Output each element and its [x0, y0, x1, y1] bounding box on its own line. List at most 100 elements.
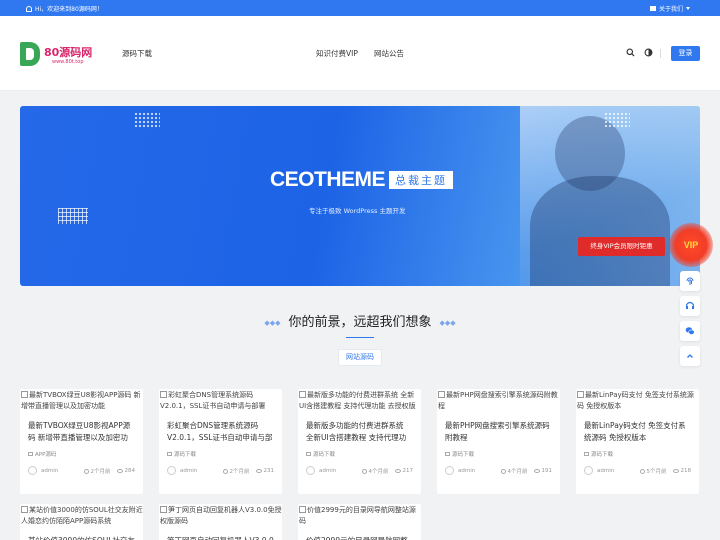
post-views: 231	[255, 467, 275, 474]
post-thumbnail[interactable]: 最新PHP网盘搜索引擎系统源码附教程	[437, 389, 560, 420]
thumbnail-alt-text: 最新TVBOX绿豆U8影视APP源码 新增带直播管理以及加密功能	[21, 391, 141, 410]
broken-image-icon	[577, 391, 584, 398]
post-time-text: 5个月前	[646, 468, 667, 475]
post-card[interactable]: 彩虹聚合DNS管理系统源码V2.0.1，SSL证书自动申请与部署 彩虹聚合DNS管…	[159, 389, 282, 494]
post-title[interactable]: 笋丁网页自动回复机器人V3.0.0	[167, 535, 274, 540]
post-card[interactable]: 最新PHP网盘搜索引擎系统源码附教程最新PHP网盘搜索引擎系统源码 附教程源码下…	[437, 389, 560, 494]
avatar-icon	[28, 466, 37, 475]
vip-badge[interactable]: VIP	[669, 223, 713, 267]
broken-image-icon	[160, 506, 167, 513]
post-category[interactable]: 源码下载	[445, 450, 552, 458]
brand-tag: 总裁主题	[389, 171, 454, 189]
post-meta: admin 5个月前 218	[584, 466, 691, 475]
post-meta: admin 2个月前 231	[167, 466, 274, 475]
post-title[interactable]: 最新LinPay码支付 免签支付系统源码 免授权版本	[584, 420, 691, 444]
post-card[interactable]: 价值2999元的目录网导航网整站源码价值2999元的目录网导航网整站	[298, 504, 421, 540]
post-thumbnail[interactable]: 某站价值3000的仿SOUL社交友附近人婚恋约仿陌陌APP源码系统	[20, 504, 143, 535]
eye-icon	[394, 468, 401, 473]
post-card[interactable]: 最新LinPay码支付 免签支付系统源码 免授权版本 最新LinPay码支付 免签…	[576, 389, 699, 494]
post-title[interactable]: 某站价值3000的仿SOUL社交友	[28, 535, 135, 540]
post-views-count: 217	[402, 467, 414, 474]
thumbnail-alt-text: 最新版多功能的付费进群系统 全新UI含搭建教程 支持代理功能 去授权版	[299, 391, 416, 410]
search-icon[interactable]	[626, 48, 635, 57]
post-category[interactable]: APP源码	[28, 450, 135, 458]
eye-icon	[255, 468, 262, 473]
post-time-text: 4个月前	[368, 468, 389, 475]
post-author[interactable]: admin	[180, 468, 197, 474]
post-title[interactable]: 彩虹聚合DNS管理系统源码V2.0.1，SSL证书自动申请与部署	[167, 420, 274, 444]
post-author[interactable]: admin	[458, 468, 475, 474]
nav-item-source-download[interactable]: 源码下载	[122, 48, 152, 59]
category-label: 源码下载	[313, 452, 336, 458]
post-card[interactable]: 最新TVBOX绿豆U8影视APP源码 新增带直播管理以及加密功能最新TVBOX绿…	[20, 389, 143, 494]
theme-toggle-icon[interactable]	[644, 48, 653, 57]
category-icon	[28, 452, 33, 456]
nav-item-vip[interactable]: 知识付费VIP	[316, 48, 358, 59]
post-card[interactable]: 某站价值3000的仿SOUL社交友附近人婚恋约仿陌陌APP源码系统某站价值300…	[20, 504, 143, 540]
post-time-text: 2个月前	[90, 468, 111, 475]
post-card[interactable]: 笋丁网页自动回复机器人V3.0.0免授权版源码笋丁网页自动回复机器人V3.0.0	[159, 504, 282, 540]
post-thumbnail[interactable]: 最新TVBOX绿豆U8影视APP源码 新增带直播管理以及加密功能	[20, 389, 143, 420]
broken-image-icon	[299, 391, 306, 398]
brand-name: CEOTHEME	[270, 168, 386, 191]
chevron-down-icon	[686, 7, 690, 10]
post-time: 5个月前	[639, 467, 667, 475]
banner-grid-decoration	[58, 208, 88, 224]
post-author[interactable]: admin	[597, 468, 614, 474]
post-views: 284	[116, 468, 135, 474]
post-category[interactable]: 源码下载	[167, 450, 274, 458]
back-to-top-button[interactable]	[680, 346, 700, 366]
banner-photo	[520, 106, 700, 286]
post-thumbnail[interactable]: 笋丁网页自动回复机器人V3.0.0免授权版源码	[159, 504, 282, 535]
logo-mark	[20, 42, 40, 66]
eye-icon	[116, 468, 123, 473]
post-title[interactable]: 最新版多功能的付费进群系统 全新UI含搭建教程 支持代理功能	[306, 420, 413, 444]
thumbnail-alt-text: 某站价值3000的仿SOUL社交友附近人婚恋约仿陌陌APP源码系统	[21, 506, 143, 525]
category-icon	[584, 452, 589, 456]
category-label: 源码下载	[452, 452, 475, 458]
logo-title: 80源码网	[44, 46, 93, 59]
login-button[interactable]: 登录	[671, 46, 700, 61]
post-thumbnail[interactable]: 价值2999元的目录网导航网整站源码	[298, 504, 421, 535]
tab-website-source[interactable]: 网站源码	[338, 349, 382, 366]
post-title[interactable]: 价值2999元的目录网导航网整站	[306, 535, 413, 540]
nav-item-announcement[interactable]: 网站公告	[374, 48, 404, 59]
post-thumbnail[interactable]: 最新版多功能的付费进群系统 全新UI含搭建教程 支持代理功能 去授权版	[298, 389, 421, 420]
post-category[interactable]: 源码下载	[306, 450, 413, 458]
clock-icon	[222, 468, 228, 474]
avatar-icon	[306, 466, 315, 475]
category-label: 源码下载	[591, 452, 614, 458]
vip-promo-button[interactable]: 终身VIP会员限时钜惠	[578, 237, 665, 256]
post-thumbnail[interactable]: 最新LinPay码支付 免签支付系统源码 免授权版本	[576, 389, 699, 420]
site-header: 80源码网 www.80t.top 源码下载 知识付费VIP 网站公告 登录	[0, 16, 720, 91]
post-views: 218	[672, 468, 691, 474]
post-title[interactable]: 最新PHP网盘搜索引擎系统源码 附教程	[445, 420, 552, 444]
post-time: 4个月前	[500, 467, 528, 475]
banner-dots-decoration	[134, 112, 160, 128]
site-logo[interactable]: 80源码网 www.80t.top	[20, 40, 95, 68]
post-meta: admin 4个月前 191	[445, 466, 552, 475]
thumbnail-alt-text: 最新PHP网盘搜索引擎系统源码附教程	[438, 391, 558, 410]
post-time-text: 4个月前	[507, 468, 528, 475]
post-thumbnail[interactable]: 彩虹聚合DNS管理系统源码V2.0.1，SSL证书自动申请与部署	[159, 389, 282, 420]
category-label: APP源码	[35, 452, 57, 458]
post-card[interactable]: 最新版多功能的付费进群系统 全新UI含搭建教程 支持代理功能 去授权版最新版多功…	[298, 389, 421, 494]
hero-banner[interactable]: CEOTHEME 总裁主题 专注于极致 WordPress 主题开发 终身VIP…	[20, 106, 700, 286]
flag-icon	[649, 6, 656, 11]
fingerprint-button[interactable]	[680, 271, 700, 291]
post-views-count: 191	[541, 467, 553, 474]
broken-image-icon	[299, 506, 306, 513]
heading-decoration-right: ◆◆◆	[439, 318, 456, 327]
section-heading: ◆◆◆ 你的前景，远超我们想象 ◆◆◆	[0, 311, 720, 330]
post-views-count: 231	[263, 467, 275, 474]
banner-slogan: 专注于极致 WordPress 主题开发	[309, 207, 406, 215]
welcome-text: Hi，欢迎来到80源码网！	[35, 6, 103, 13]
post-category[interactable]: 源码下载	[584, 450, 691, 458]
post-author[interactable]: admin	[41, 468, 58, 474]
post-meta: admin 4个月前 217	[306, 466, 413, 475]
section-title: 你的前景，远超我们想象	[288, 315, 432, 330]
post-title[interactable]: 最新TVBOX绿豆U8影视APP源码 新增带直播管理以及加密功能	[28, 420, 135, 444]
about-us-menu[interactable]: 关于我们	[649, 4, 690, 13]
clock-icon	[500, 468, 506, 474]
post-author[interactable]: admin	[319, 468, 336, 474]
